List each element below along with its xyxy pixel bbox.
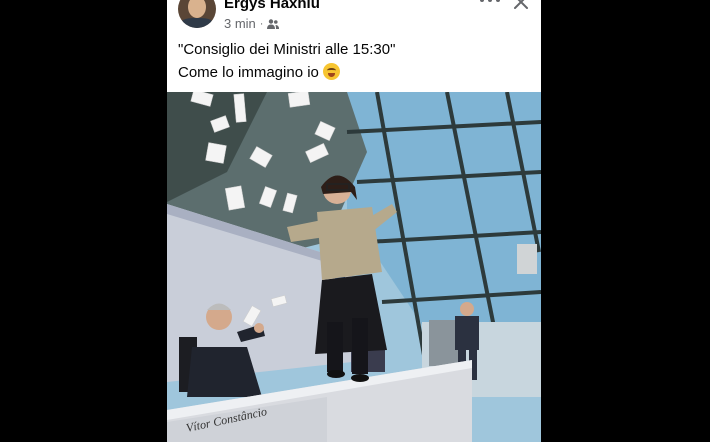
more-options-button[interactable] — [479, 0, 501, 8]
post-meta: 3 min · — [224, 16, 280, 31]
post-photo[interactable]: Vítor Constâncio — [167, 92, 541, 442]
author-name[interactable]: Ergys Haxhiu — [224, 0, 320, 12]
photo-scene: Vítor Constâncio — [167, 92, 541, 442]
meta-separator: · — [259, 17, 264, 30]
post-card: Ergys Haxhiu 3 min · "Consiglio dei Mini… — [167, 0, 541, 442]
close-icon[interactable] — [513, 0, 529, 10]
avatar-face — [188, 0, 206, 18]
post-timestamp[interactable]: 3 min — [224, 16, 256, 31]
avatar-shirt — [180, 18, 214, 28]
author-avatar[interactable] — [178, 0, 216, 28]
post-text-line2: Come lo immagino io — [178, 61, 532, 84]
post-text: "Consiglio dei Ministri alle 15:30" Come… — [178, 38, 532, 84]
laughing-emoji-icon — [323, 63, 341, 80]
post-text-line2-content: Come lo immagino io — [178, 64, 319, 81]
post-text-line1: "Consiglio dei Ministri alle 15:30" — [178, 41, 396, 58]
friends-icon[interactable] — [267, 18, 280, 30]
post-header: Ergys Haxhiu 3 min · — [167, 0, 541, 40]
